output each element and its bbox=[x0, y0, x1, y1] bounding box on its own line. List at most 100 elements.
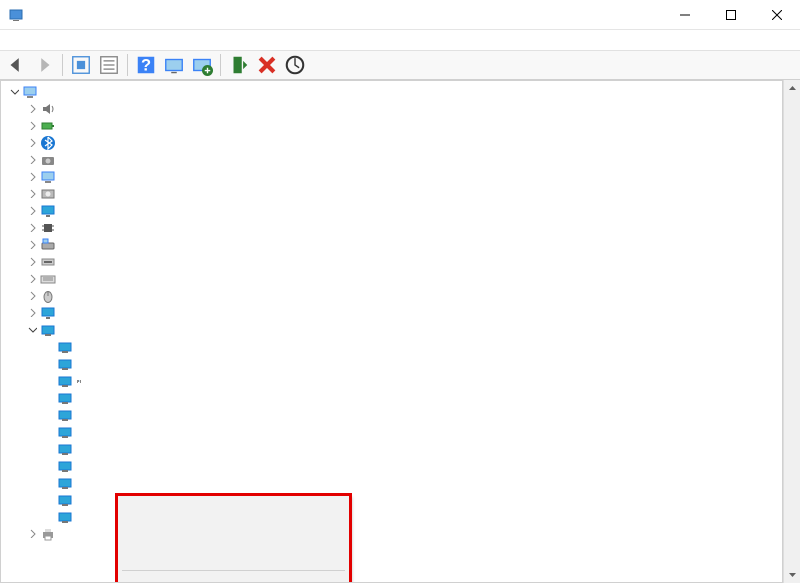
mouse-icon bbox=[40, 288, 56, 304]
network-adapter-icon bbox=[57, 356, 73, 372]
keyboard-icon bbox=[40, 271, 56, 287]
tree-item-disk[interactable] bbox=[5, 185, 782, 202]
tree-item-firmware[interactable] bbox=[5, 219, 782, 236]
network-adapter-icon bbox=[57, 407, 73, 423]
tree-item-monitors[interactable] bbox=[5, 304, 782, 321]
tree-item-mice[interactable] bbox=[5, 287, 782, 304]
network-adapter-icon bbox=[57, 339, 73, 355]
show-hidden-button[interactable] bbox=[69, 53, 93, 77]
menu-bar bbox=[0, 30, 800, 50]
expand-icon[interactable] bbox=[25, 255, 39, 269]
expand-icon[interactable] bbox=[25, 119, 39, 133]
collapse-icon[interactable] bbox=[25, 323, 39, 337]
network-adapter-icon bbox=[57, 492, 73, 508]
ctx-separator bbox=[122, 570, 345, 571]
vertical-scrollbar[interactable] bbox=[783, 80, 800, 583]
net-device[interactable] bbox=[5, 355, 782, 372]
network-adapter-icon bbox=[57, 390, 73, 406]
camera-icon bbox=[40, 152, 56, 168]
enable-device-button[interactable] bbox=[227, 53, 251, 77]
close-button[interactable] bbox=[754, 0, 800, 30]
expand-icon[interactable] bbox=[25, 221, 39, 235]
tree-item-keyboards[interactable] bbox=[5, 270, 782, 287]
expand-icon[interactable] bbox=[25, 204, 39, 218]
collapse-icon[interactable] bbox=[7, 85, 21, 99]
printer-icon bbox=[40, 526, 56, 542]
expand-icon[interactable] bbox=[25, 306, 39, 320]
menu-help[interactable] bbox=[60, 38, 76, 42]
net-device-selected[interactable] bbox=[5, 372, 782, 389]
network-adapter-icon bbox=[57, 424, 73, 440]
tree-item-cameras[interactable] bbox=[5, 151, 782, 168]
help-button[interactable]: ? bbox=[134, 53, 158, 77]
scroll-track[interactable] bbox=[784, 97, 800, 566]
scan-hardware-changes-button[interactable] bbox=[283, 53, 307, 77]
tree-item-ide[interactable] bbox=[5, 253, 782, 270]
tree-item-computer[interactable] bbox=[5, 168, 782, 185]
scroll-up-button[interactable] bbox=[784, 80, 800, 97]
chip-icon bbox=[40, 220, 56, 236]
expand-icon[interactable] bbox=[25, 170, 39, 184]
title-bar bbox=[0, 0, 800, 30]
net-device[interactable] bbox=[5, 440, 782, 457]
scan-button[interactable] bbox=[162, 53, 186, 77]
expand-icon[interactable] bbox=[25, 102, 39, 116]
tree-item-batteries[interactable] bbox=[5, 117, 782, 134]
network-icon bbox=[40, 322, 56, 338]
tree-item-hid[interactable] bbox=[5, 236, 782, 253]
context-menu bbox=[117, 495, 350, 583]
expand-icon[interactable] bbox=[25, 187, 39, 201]
network-adapter-icon bbox=[57, 475, 73, 491]
ctx-uninstall-device[interactable] bbox=[120, 544, 347, 567]
expand-icon[interactable] bbox=[25, 289, 39, 303]
net-device[interactable] bbox=[5, 338, 782, 355]
scroll-down-button[interactable] bbox=[784, 566, 800, 583]
tree-item-display[interactable] bbox=[5, 202, 782, 219]
app-icon bbox=[8, 7, 24, 23]
menu-file[interactable] bbox=[6, 38, 22, 42]
expand-icon[interactable] bbox=[25, 272, 39, 286]
net-device[interactable] bbox=[5, 474, 782, 491]
ctx-disable-device[interactable] bbox=[120, 521, 347, 544]
network-adapter-icon bbox=[57, 441, 73, 457]
network-adapter-icon bbox=[57, 458, 73, 474]
network-adapter-icon bbox=[57, 509, 73, 525]
properties-toolbar-button[interactable] bbox=[97, 53, 121, 77]
menu-view[interactable] bbox=[42, 38, 58, 42]
bluetooth-icon bbox=[40, 135, 56, 151]
monitor-icon bbox=[40, 305, 56, 321]
update-driver-toolbar-button[interactable] bbox=[190, 53, 214, 77]
tree-item-audio[interactable] bbox=[5, 100, 782, 117]
disk-icon bbox=[40, 186, 56, 202]
expand-icon[interactable] bbox=[25, 238, 39, 252]
maximize-button[interactable] bbox=[708, 0, 754, 30]
net-device[interactable] bbox=[5, 389, 782, 406]
expand-icon[interactable] bbox=[25, 153, 39, 167]
computer-icon bbox=[40, 169, 56, 185]
computer-icon bbox=[22, 84, 38, 100]
expand-icon[interactable] bbox=[25, 527, 39, 541]
toolbar: ? bbox=[0, 50, 800, 80]
ctx-update-driver[interactable] bbox=[120, 498, 347, 521]
back-button[interactable] bbox=[4, 53, 28, 77]
hid-icon bbox=[40, 237, 56, 253]
tree-item-bluetooth[interactable] bbox=[5, 134, 782, 151]
battery-icon bbox=[40, 118, 56, 134]
ide-icon bbox=[40, 254, 56, 270]
network-adapter-icon bbox=[57, 373, 73, 389]
device-tree[interactable] bbox=[1, 81, 782, 542]
display-icon bbox=[40, 203, 56, 219]
tree-root[interactable] bbox=[5, 83, 782, 100]
minimize-button[interactable] bbox=[662, 0, 708, 30]
svg-text:?: ? bbox=[141, 57, 151, 75]
uninstall-device-button[interactable] bbox=[255, 53, 279, 77]
net-device[interactable] bbox=[5, 406, 782, 423]
ctx-scan-hardware[interactable] bbox=[120, 574, 347, 583]
tree-item-network[interactable] bbox=[5, 321, 782, 338]
forward-button[interactable] bbox=[32, 53, 56, 77]
speaker-icon bbox=[40, 101, 56, 117]
net-device[interactable] bbox=[5, 457, 782, 474]
expand-icon[interactable] bbox=[25, 136, 39, 150]
net-device[interactable] bbox=[5, 423, 782, 440]
menu-action[interactable] bbox=[24, 38, 40, 42]
